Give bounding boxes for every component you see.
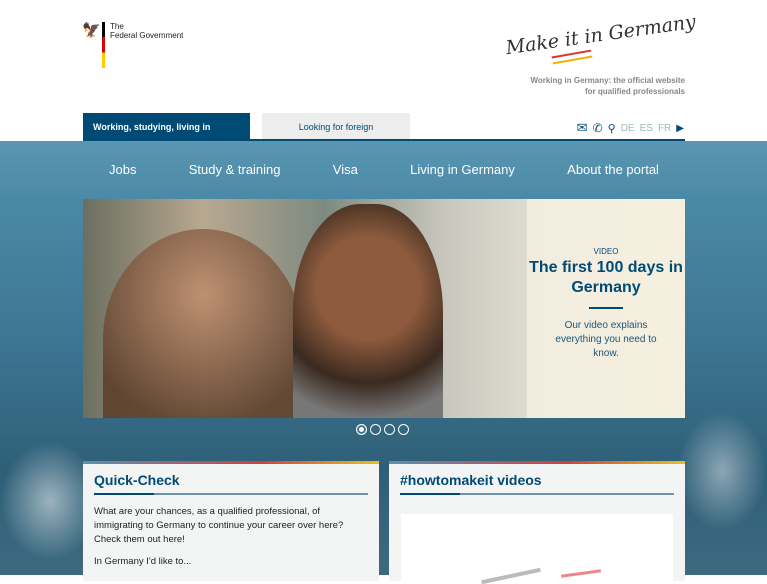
hero-text: Our video explains everything you need t…: [555, 320, 657, 359]
search-icon[interactable]: ⚲: [608, 122, 616, 135]
lang-es[interactable]: ES: [640, 123, 653, 134]
play-arrow-icon[interactable]: ▶: [676, 123, 684, 134]
make-it-in-germany-logo[interactable]: Make it in Germany: [504, 11, 697, 59]
utility-bar: ✉ ✆ ⚲ DE ES FR ▶: [577, 120, 684, 136]
tagline-line2: for qualified professionals: [584, 87, 685, 96]
slider-dots: [356, 424, 409, 435]
howtomakeit-card: #howtomakeit videos: [389, 461, 685, 584]
video-thumbnail[interactable]: [401, 514, 673, 584]
main-nav: Jobs Study & training Visa Living in Ger…: [83, 141, 685, 198]
nav-about-portal[interactable]: About the portal: [567, 162, 659, 177]
federal-government-logo[interactable]: The Federal Government: [110, 22, 183, 40]
quick-check-card: Quick-Check What are your chances, as a …: [83, 461, 379, 581]
federal-eagle-icon: 🦅: [82, 22, 101, 39]
phone-icon[interactable]: ✆: [593, 121, 603, 135]
hero-slider[interactable]: VIDEO The first 100 days in Germany Our …: [83, 199, 685, 418]
quick-check-text: What are your chances, as a qualified pr…: [94, 506, 344, 545]
hero-image-woman: [103, 229, 303, 418]
tagline: Working in Germany: the official website…: [530, 75, 685, 97]
nav-living-in-germany[interactable]: Living in Germany: [410, 162, 515, 177]
slide-dot-4[interactable]: [398, 424, 409, 435]
gov-line1: The: [110, 22, 124, 31]
hero-image-man: [293, 204, 443, 418]
nav-study-training[interactable]: Study & training: [189, 162, 281, 177]
tab-working-studying-living[interactable]: Working, studying, living in Germany: [83, 113, 250, 160]
quick-check-title[interactable]: Quick-Check: [94, 472, 368, 495]
hero-title[interactable]: The first 100 days in Germany: [527, 258, 685, 298]
gov-line2: Federal Government: [110, 31, 184, 40]
lang-de[interactable]: DE: [621, 123, 635, 134]
quick-check-prompt: In Germany I'd like to...: [94, 556, 192, 567]
nav-visa[interactable]: Visa: [333, 162, 358, 177]
slide-dot-1[interactable]: [356, 424, 367, 435]
tab-foreign-professionals[interactable]: Looking for foreign professionals: [262, 113, 410, 160]
slide-dot-2[interactable]: [370, 424, 381, 435]
lang-fr[interactable]: FR: [658, 123, 671, 134]
hero-promo[interactable]: VIDEO The first 100 days in Germany Our …: [527, 199, 685, 418]
hero-divider: [589, 307, 623, 309]
howtomakeit-title[interactable]: #howtomakeit videos: [400, 472, 674, 495]
hero-kicker: VIDEO: [593, 247, 619, 256]
slide-dot-3[interactable]: [384, 424, 395, 435]
tagline-line1: Working in Germany: the official website: [530, 76, 685, 85]
site-header: 🦅 The Federal Government Make it in Germa…: [0, 0, 767, 160]
mail-icon[interactable]: ✉: [577, 120, 588, 136]
german-flag-bar: [102, 22, 105, 68]
nav-jobs[interactable]: Jobs: [109, 162, 136, 177]
